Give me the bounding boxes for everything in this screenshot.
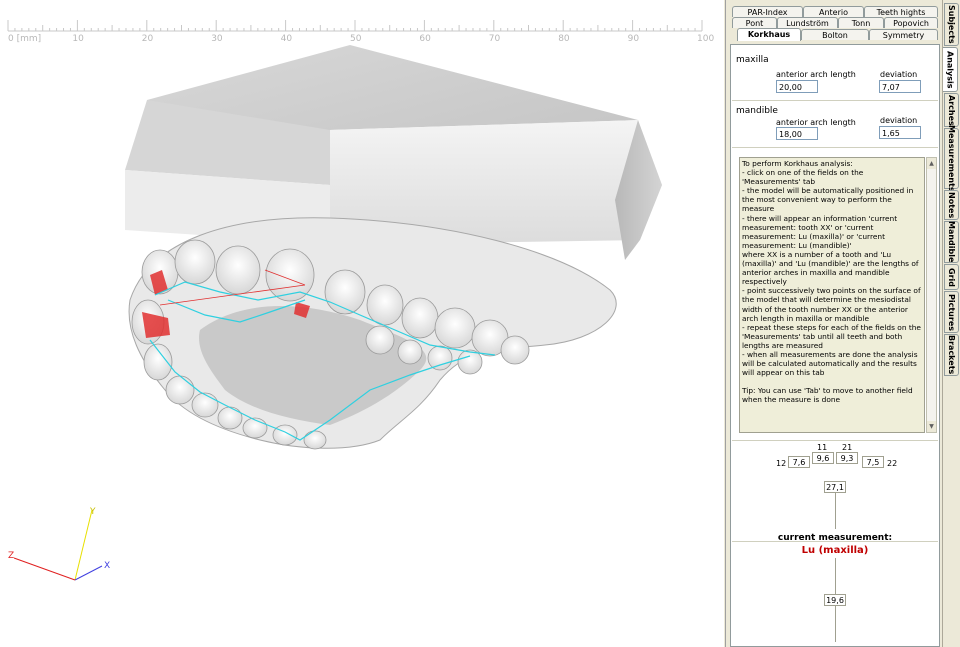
model-viewport[interactable]: 0 [mm] 10 20 30 40 50 60 70 80 90 100 Y … [0, 0, 724, 647]
tab-pont[interactable]: Pont [732, 17, 777, 28]
maxilla-deviation-field[interactable]: 7,07 [879, 80, 921, 93]
axis-x-label: X [104, 561, 110, 571]
axes-gizmo: Y X Z [8, 507, 110, 581]
tooth-21-number: 21 [842, 443, 853, 452]
tooth-21-field[interactable]: 9,3 [836, 452, 858, 464]
vtab-grid[interactable]: Grid [944, 264, 959, 290]
mandible-deviation-label: deviation [880, 116, 918, 125]
maxilla-title: maxilla [736, 55, 769, 65]
separator [732, 147, 938, 148]
axis-z-label: Z [8, 551, 14, 561]
vtab-brackets[interactable]: Brackets [944, 334, 959, 376]
tab-tonn[interactable]: Tonn [838, 17, 884, 28]
maxilla-deviation-label: deviation [880, 70, 918, 79]
dental-model[interactable]: Y X Z [0, 0, 724, 647]
tab-par-index[interactable]: PAR-Index [732, 6, 803, 17]
tab-symmetry[interactable]: Symmetry [869, 29, 938, 40]
arch-length-field[interactable]: 19,6 [824, 594, 846, 606]
tooth-11-field[interactable]: 9,6 [812, 452, 834, 464]
tooth-12-number: 12 [776, 459, 787, 468]
tooth-11-number: 11 [817, 443, 828, 452]
maxilla-arch-field[interactable]: 20,00 [776, 80, 818, 93]
tab-korkhaus[interactable]: Korkhaus [737, 28, 801, 41]
scroll-up-icon[interactable]: ▲ [927, 158, 936, 169]
tab-teeth-hights[interactable]: Teeth hights [864, 6, 938, 17]
vtab-mandible[interactable]: Mandible [944, 221, 959, 263]
sum-field[interactable]: 27,1 [824, 481, 846, 493]
tooth-22-number: 22 [887, 459, 898, 468]
scroll-down-icon[interactable]: ▼ [927, 421, 936, 432]
mandible-arch-label: anterior arch length [776, 118, 856, 127]
maxilla-arch-label: anterior arch length [776, 70, 856, 79]
vtab-notes[interactable]: Notes [944, 190, 959, 220]
connector-line [835, 558, 836, 594]
tab-popovich[interactable]: Popovich [884, 17, 938, 28]
vtab-arches[interactable]: Arches [944, 93, 959, 127]
tooth-12-field[interactable]: 7,6 [788, 456, 810, 468]
mandible-title: mandible [736, 106, 778, 116]
mandible-deviation-field[interactable]: 1,65 [879, 126, 921, 139]
current-measurement-value: Lu (maxilla) [801, 545, 869, 556]
vtab-analysis[interactable]: Analysis [943, 47, 958, 92]
connector-line [835, 493, 836, 529]
vtab-subjects[interactable]: Subjects [944, 3, 959, 46]
current-measurement-label: current measurement: [777, 533, 893, 543]
axis-y-label: Y [89, 507, 96, 517]
vtab-pictures[interactable]: Pictures [944, 291, 959, 333]
instructions-scrollbar[interactable]: ▲ ▼ [926, 157, 937, 433]
korkhaus-instructions: To perform Korkhaus analysis: - click on… [739, 157, 925, 433]
connector-line [835, 606, 836, 642]
vtab-measurements[interactable]: Measurements [944, 125, 959, 192]
tooth-22-field[interactable]: 7,5 [862, 456, 884, 468]
tab-lundstrom[interactable]: Lundström [777, 17, 838, 28]
separator [732, 100, 938, 101]
separator [732, 440, 938, 441]
vertical-tab-bar: Subjects Analysis Arches Measurements No… [942, 0, 960, 647]
tab-bolton[interactable]: Bolton [801, 29, 869, 40]
tab-anterio[interactable]: Anterio [803, 6, 864, 17]
mandible-arch-field[interactable]: 18,00 [776, 127, 818, 140]
